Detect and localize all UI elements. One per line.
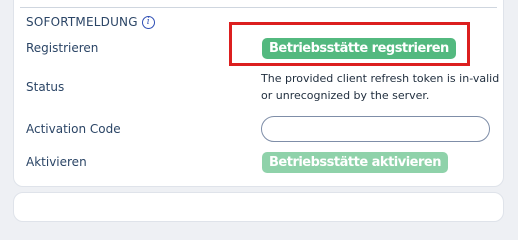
register-label: Registrieren: [26, 41, 99, 55]
next-card: [13, 192, 504, 222]
status-text: The provided client refresh token is in-…: [261, 72, 500, 102]
status-label: Status: [26, 80, 65, 94]
section-title: SOFORTMELDUNG: [26, 15, 138, 29]
section-header: SOFORTMELDUNG i: [26, 15, 155, 29]
section-divider: [20, 7, 497, 8]
highlight-box: [229, 22, 470, 66]
activate-label: Aktivieren: [26, 155, 87, 169]
activation-code-label: Activation Code: [26, 122, 121, 136]
activation-code-input[interactable]: [261, 116, 490, 142]
activate-facility-button[interactable]: Betriebsstätte aktivieren: [262, 152, 448, 173]
info-icon[interactable]: i: [141, 15, 155, 29]
